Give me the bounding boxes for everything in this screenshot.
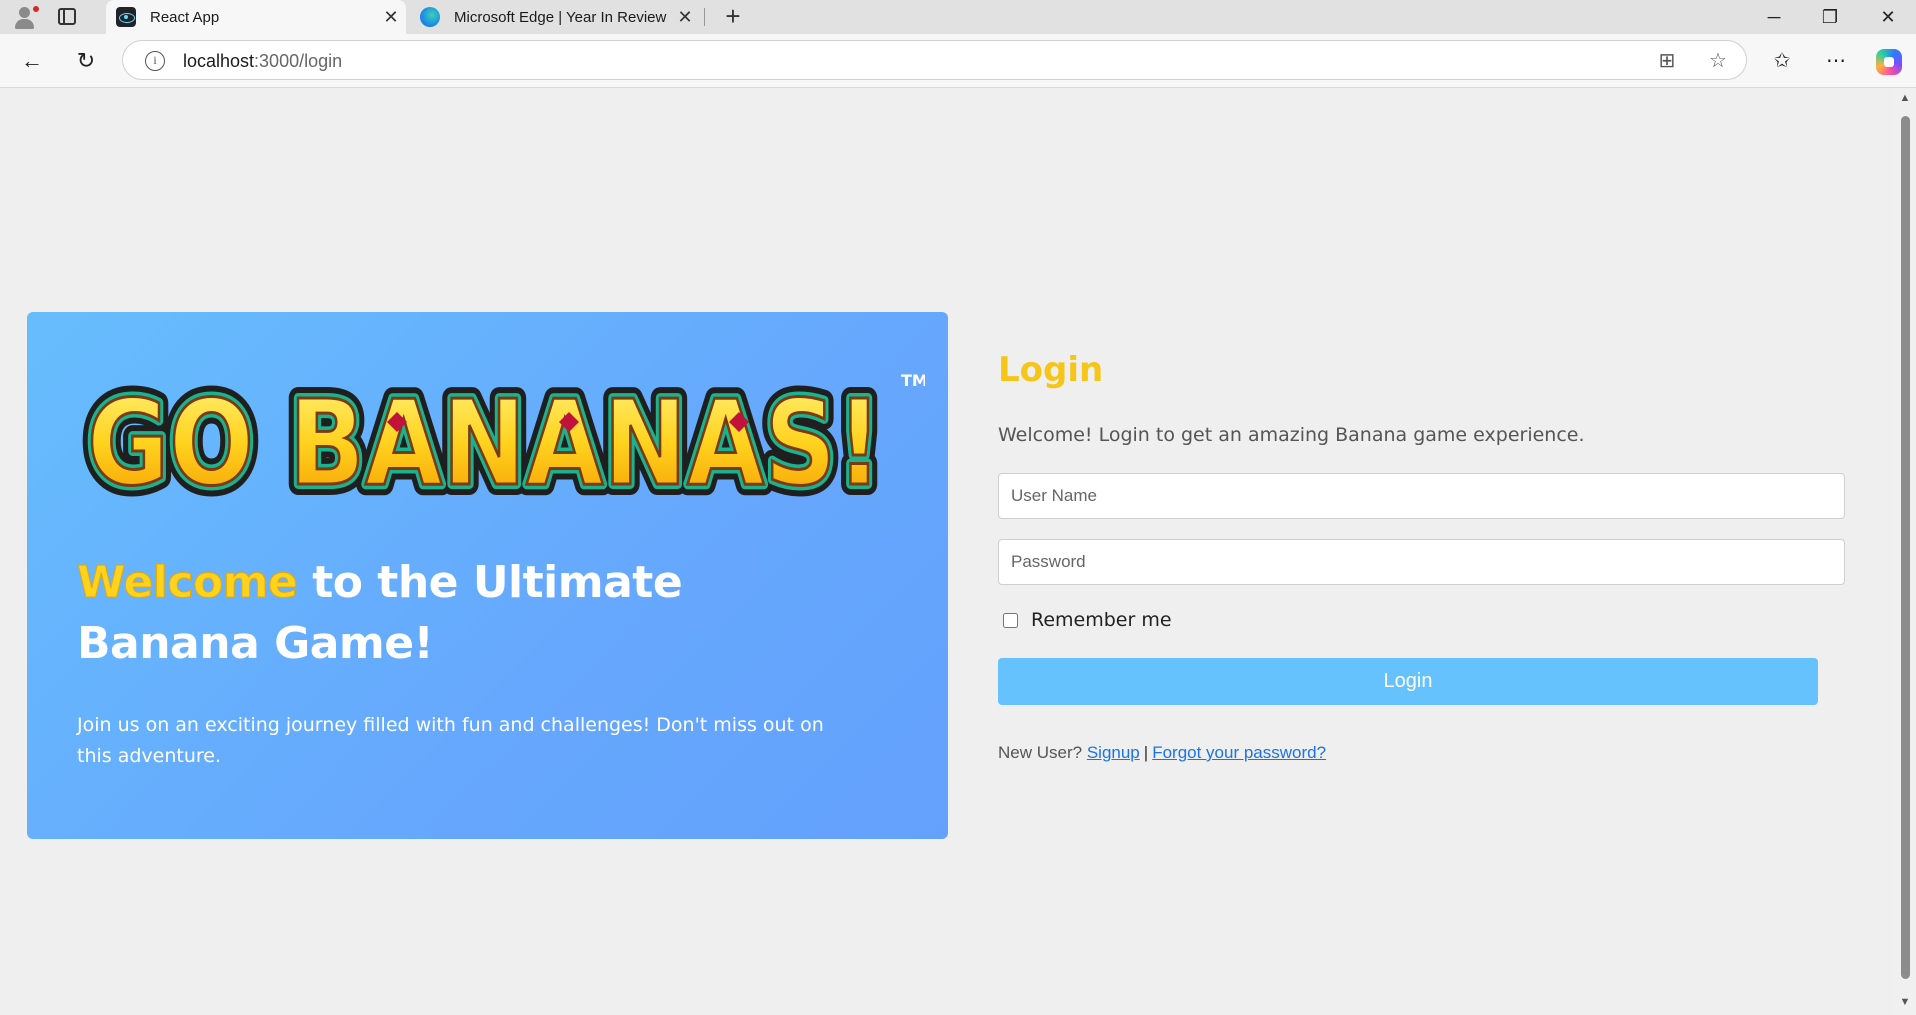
hero-heading: Welcome to the Ultimate Banana Game! xyxy=(76,552,857,674)
close-tab-icon[interactable]: ✕ xyxy=(376,7,406,28)
username-input[interactable] xyxy=(998,473,1845,519)
new-user-text: New User? xyxy=(998,743,1083,762)
refresh-icon[interactable]: ↻ xyxy=(68,43,104,79)
app-available-icon[interactable]: ⊞ xyxy=(1653,47,1681,75)
favorite-star-icon[interactable]: ☆ xyxy=(1704,47,1732,75)
tab-separator xyxy=(704,8,705,26)
tab-title: React App xyxy=(150,8,220,26)
url-text[interactable]: localhost:3000/login xyxy=(183,51,342,72)
close-tab-icon[interactable]: ✕ xyxy=(670,7,700,28)
edge-icon xyxy=(420,7,440,27)
hero-description: Join us on an exciting journey filled wi… xyxy=(77,714,824,767)
login-button[interactable]: Login xyxy=(998,658,1818,705)
tab-react-app[interactable]: React App ✕ xyxy=(106,0,406,34)
forgot-password-link[interactable]: Forgot your password? xyxy=(1152,743,1326,762)
password-input[interactable] xyxy=(998,539,1845,585)
browser-titlebar: React App ✕ Microsoft Edge | Year In Rev… xyxy=(0,0,1916,34)
hero-panel: GO BANANAS! GO BANANAS! GO BANANAS! TM W… xyxy=(27,312,948,839)
react-icon xyxy=(116,7,136,27)
new-tab-plus-icon[interactable]: + xyxy=(718,2,748,32)
svg-text:GO BANANAS!: GO BANANAS! xyxy=(87,374,882,512)
minimize-icon[interactable]: ─ xyxy=(1746,0,1802,34)
signup-link[interactable]: Signup xyxy=(1087,743,1140,762)
tab-actions-icon[interactable] xyxy=(58,8,76,25)
restore-icon[interactable]: ❐ xyxy=(1802,0,1858,34)
close-window-icon[interactable]: ✕ xyxy=(1860,0,1916,34)
account-links: New User? Signup | Forgot your password? xyxy=(998,743,1326,763)
copilot-icon[interactable] xyxy=(1876,49,1902,75)
favorites-icon[interactable]: ✩ xyxy=(1764,43,1800,79)
scrollbar-thumb[interactable] xyxy=(1901,116,1910,979)
remember-me[interactable]: Remember me xyxy=(1003,609,1172,631)
go-bananas-logo: GO BANANAS! GO BANANAS! GO BANANAS! TM xyxy=(76,363,925,516)
address-bar[interactable]: i localhost:3000/login ⊞ ☆ xyxy=(122,40,1747,80)
trademark-mark: TM xyxy=(901,371,925,390)
scroll-down-icon[interactable]: ▼ xyxy=(1898,996,1912,1010)
hero-heading-highlight: Welcome xyxy=(76,557,298,609)
tab-edge-year-in-review[interactable]: Microsoft Edge | Year In Review ✕ xyxy=(410,0,700,34)
back-arrow-icon[interactable]: ← xyxy=(14,43,50,79)
remember-me-label: Remember me xyxy=(1031,609,1172,631)
remember-me-checkbox[interactable] xyxy=(1003,612,1018,628)
login-title: Login xyxy=(998,350,1104,390)
browser-toolbar: ← ↻ i localhost:3000/login ⊞ ☆ ✩ ⋯ xyxy=(0,34,1916,88)
profile-avatar-icon[interactable] xyxy=(10,3,40,31)
site-info-icon[interactable]: i xyxy=(145,51,165,71)
tab-title: Microsoft Edge | Year In Review xyxy=(454,8,667,26)
vertical-scrollbar[interactable]: ▲ ▼ xyxy=(1894,88,1916,1015)
link-separator: | xyxy=(1143,743,1149,762)
scroll-up-icon[interactable]: ▲ xyxy=(1898,92,1912,106)
login-subtitle: Welcome! Login to get an amazing Banana … xyxy=(998,424,1585,446)
more-menu-icon[interactable]: ⋯ xyxy=(1818,43,1854,79)
